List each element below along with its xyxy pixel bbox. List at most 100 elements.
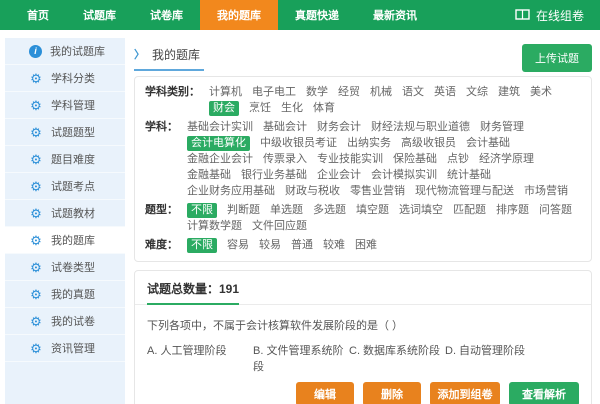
- online-paper-link[interactable]: 在线组卷: [515, 0, 600, 30]
- filter-option[interactable]: 点钞: [447, 152, 469, 167]
- filter-option[interactable]: 容易: [227, 238, 249, 253]
- delete-button[interactable]: 删除: [363, 382, 421, 404]
- gear-icon: [29, 234, 43, 247]
- filter-option[interactable]: 问答题: [539, 203, 572, 218]
- filter-option[interactable]: 金融企业会计: [187, 152, 253, 167]
- filter-option[interactable]: 英语: [434, 85, 456, 100]
- sidebar-item[interactable]: 资讯管理: [5, 335, 125, 362]
- filter-option[interactable]: 不限: [187, 203, 217, 218]
- filter-option[interactable]: 财务会计: [317, 120, 361, 135]
- filter-row-question-type: 题型： 不限判断题单选题多选题填空题选词填空匹配题排序题问答题计算数学题文件回应…: [145, 203, 581, 235]
- filter-option[interactable]: 数学: [306, 85, 328, 100]
- filter-option[interactable]: 金融基础: [187, 168, 231, 183]
- gear-icon: [29, 288, 43, 301]
- filter-option[interactable]: 专业技能实训: [317, 152, 383, 167]
- filter-option[interactable]: 电子电工: [252, 85, 296, 100]
- sidebar-item-label: 试题考点: [51, 178, 95, 194]
- sidebar-item-label: 我的试题库: [50, 43, 105, 59]
- filter-option[interactable]: 银行业务基础: [241, 168, 307, 183]
- filter-option[interactable]: 企业会计: [317, 168, 361, 183]
- filter-option[interactable]: 机械: [370, 85, 392, 100]
- sidebar-item[interactable]: 我的试题库: [5, 38, 125, 65]
- nav-item[interactable]: 试题库: [66, 0, 133, 30]
- nav-item[interactable]: 我的题库: [200, 0, 278, 30]
- filter-option[interactable]: 财经法规与职业道德: [371, 120, 470, 135]
- filter-option[interactable]: 财政与税收: [285, 184, 340, 199]
- filter-option[interactable]: 普通: [291, 238, 313, 253]
- filter-option[interactable]: 匹配题: [453, 203, 486, 218]
- filter-option[interactable]: 基础会计: [263, 120, 307, 135]
- filter-option[interactable]: 判断题: [227, 203, 260, 218]
- filter-option[interactable]: 中级收银员考证: [260, 136, 337, 151]
- filter-option[interactable]: 较难: [323, 238, 345, 253]
- filter-option[interactable]: 选词填空: [399, 203, 443, 218]
- filter-option[interactable]: 出纳实务: [347, 136, 391, 151]
- nav-item[interactable]: 首页: [10, 0, 66, 30]
- filter-option[interactable]: 经济学原理: [479, 152, 534, 167]
- sidebar-item-label: 资讯管理: [51, 340, 95, 356]
- nav-item[interactable]: 真题快递: [278, 0, 356, 30]
- filter-option[interactable]: 困难: [355, 238, 377, 253]
- filter-option[interactable]: 企业财务应用基础: [187, 184, 275, 199]
- filter-option[interactable]: 较易: [259, 238, 281, 253]
- view-analysis-button[interactable]: 查看解析: [509, 382, 579, 404]
- filter-option[interactable]: 美术: [530, 85, 552, 100]
- filter-option[interactable]: 会计基础: [466, 136, 510, 151]
- filter-option[interactable]: 传票录入: [263, 152, 307, 167]
- filter-option[interactable]: 文件回应题: [252, 219, 307, 234]
- filter-option[interactable]: 财会: [209, 101, 239, 116]
- filter-option[interactable]: 建筑: [498, 85, 520, 100]
- edit-button[interactable]: 编辑: [296, 382, 354, 404]
- filter-option[interactable]: 零售业营销: [350, 184, 405, 199]
- nav-item[interactable]: 最新资讯: [356, 0, 434, 30]
- filter-option[interactable]: 保险基础: [393, 152, 437, 167]
- filter-option[interactable]: 不限: [187, 238, 217, 253]
- filter-label: 难度：: [145, 238, 178, 254]
- sidebar-item[interactable]: 学科管理: [5, 92, 125, 119]
- filter-option[interactable]: 文综: [466, 85, 488, 100]
- filter-option[interactable]: 经贸: [338, 85, 360, 100]
- sidebar-item[interactable]: 试题教材: [5, 200, 125, 227]
- results-panel: 试题总数量：191 下列各项中，不属于会计核算软件发展阶段的是（ ） A. 人工…: [134, 270, 592, 404]
- filter-option[interactable]: 计算数学题: [187, 219, 242, 234]
- sidebar-item[interactable]: 学科分类: [5, 65, 125, 92]
- filter-option[interactable]: 排序题: [496, 203, 529, 218]
- filter-option[interactable]: 填空题: [356, 203, 389, 218]
- nav-item[interactable]: 试卷库: [133, 0, 200, 30]
- sidebar-item[interactable]: 我的题库: [5, 227, 125, 254]
- sidebar-item[interactable]: 试卷类型: [5, 254, 125, 281]
- filter-option[interactable]: 计算机: [209, 85, 242, 100]
- gear-icon: [29, 126, 43, 139]
- gear-icon: [29, 315, 43, 328]
- filter-row-difficulty: 难度： 不限容易较易普通较难困难: [145, 238, 581, 254]
- filter-option[interactable]: 单选题: [270, 203, 303, 218]
- sidebar-item[interactable]: 试题题型: [5, 119, 125, 146]
- gear-icon: [29, 99, 43, 112]
- gear-icon: [29, 342, 43, 355]
- filter-label: 学科类别：: [145, 85, 200, 117]
- filter-option[interactable]: 财务管理: [480, 120, 524, 135]
- question-text: 下列各项中，不属于会计核算软件发展阶段的是（ ）: [147, 317, 579, 333]
- upload-question-button[interactable]: 上传试题: [522, 44, 592, 72]
- filter-option[interactable]: 语文: [402, 85, 424, 100]
- sidebar-item-label: 试题教材: [51, 205, 95, 221]
- add-to-paper-button[interactable]: 添加到组卷: [430, 382, 500, 404]
- results-header: 试题总数量：191: [135, 271, 591, 305]
- filter-option[interactable]: 多选题: [313, 203, 346, 218]
- filter-option[interactable]: 会计模拟实训: [371, 168, 437, 183]
- filter-option[interactable]: 生化: [281, 101, 303, 116]
- sidebar-item[interactable]: 我的试卷: [5, 308, 125, 335]
- filter-row-category: 学科类别： 计算机电子电工数学经贸机械语文英语文综建筑美术财会烹饪生化体育: [145, 85, 581, 117]
- sidebar-item-label: 我的试卷: [51, 313, 95, 329]
- sidebar-item[interactable]: 试题考点: [5, 173, 125, 200]
- filter-option[interactable]: 体育: [313, 101, 335, 116]
- filter-option[interactable]: 统计基础: [447, 168, 491, 183]
- sidebar-item[interactable]: 我的真题: [5, 281, 125, 308]
- filter-option[interactable]: 现代物流管理与配送: [415, 184, 514, 199]
- filter-option[interactable]: 会计电算化: [187, 136, 250, 151]
- filter-option[interactable]: 市场营销: [524, 184, 568, 199]
- filter-option[interactable]: 基础会计实训: [187, 120, 253, 135]
- sidebar-item[interactable]: 题目难度: [5, 146, 125, 173]
- filter-option[interactable]: 烹饪: [249, 101, 271, 116]
- filter-option[interactable]: 高级收银员: [401, 136, 456, 151]
